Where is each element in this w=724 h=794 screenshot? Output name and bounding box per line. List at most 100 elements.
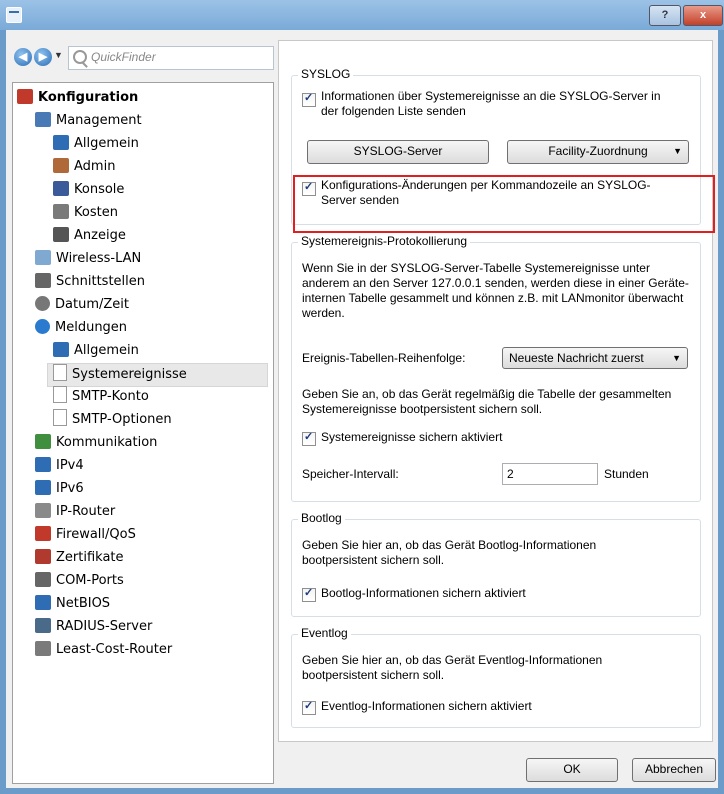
management-icon	[35, 112, 51, 127]
firewall-icon	[35, 526, 51, 541]
tree-item[interactable]: IPv4	[35, 455, 84, 477]
tree-item-label: Allgemein	[74, 343, 139, 358]
tree-item-label: Firewall/QoS	[56, 527, 136, 542]
facility-assignment-label: Facility-Zuordnung	[548, 144, 648, 158]
network-icon	[53, 342, 69, 357]
tree-item-label: Meldungen	[55, 320, 128, 335]
tools-icon	[17, 89, 33, 104]
tree-item[interactable]: NetBIOS	[35, 593, 110, 615]
help-button[interactable]: ?	[649, 5, 681, 26]
tree-item-label: Schnittstellen	[56, 274, 146, 289]
syslog-group-title: SYSLOG	[298, 67, 354, 81]
tree-item-label: RADIUS-Server	[56, 619, 153, 634]
bootlog-label: Bootlog-Informationen sichern aktiviert	[321, 586, 526, 600]
syslog-server-button[interactable]: SYSLOG-Server	[307, 140, 489, 164]
router-icon	[35, 503, 51, 518]
tree-item[interactable]: Konfiguration	[17, 87, 138, 109]
ok-button[interactable]: OK	[526, 758, 618, 782]
tree-item[interactable]: Wireless-LAN	[35, 248, 141, 270]
tree-item-label: IPv6	[56, 481, 84, 496]
nav-bar: ◀ ▶ ▼ QuickFinder	[14, 46, 274, 72]
tree-item[interactable]: Anzeige	[53, 225, 126, 247]
table-order-select[interactable]: Neueste Nachricht zuerst ▼	[502, 347, 688, 369]
costs-icon	[53, 204, 69, 219]
history-dropdown-icon[interactable]: ▼	[54, 50, 63, 60]
tree-item[interactable]: SMTP-Konto	[53, 386, 149, 408]
eventlog-group: Eventlog Geben Sie hier an, ob das Gerät…	[291, 626, 701, 728]
tree-item[interactable]: Allgemein	[53, 340, 139, 362]
bootlog-description: Geben Sie hier an, ob das Gerät Bootlog-…	[302, 538, 597, 567]
tree-item-label: Konsole	[74, 182, 125, 197]
left-pane: ◀ ▶ ▼ QuickFinder Konfiguration Managemen…	[6, 30, 274, 788]
save-events-label: Systemereignisse sichern aktiviert	[321, 430, 503, 444]
save-events-description: Geben Sie an, ob das Gerät regelmäßig di…	[302, 387, 672, 416]
tree-item-label: IP-Router	[56, 504, 116, 519]
close-button[interactable]: x	[683, 5, 723, 26]
event-logging-group: Systemereignis-Protokollierung Wenn Sie …	[291, 234, 701, 502]
clock-icon	[35, 296, 50, 311]
settings-panel: SYSLOG Informationen über Systemereignis…	[278, 40, 715, 742]
chevron-down-icon: ▼	[672, 353, 681, 363]
tree-item[interactable]: Management	[35, 110, 142, 132]
tree-item-label: NetBIOS	[56, 596, 111, 611]
highlight-box	[293, 175, 715, 233]
tree-item-label: Management	[56, 113, 142, 128]
event-logging-title: Systemereignis-Protokollierung	[298, 234, 471, 248]
tree-item-label: COM-Ports	[56, 573, 124, 588]
tree-item[interactable]: Allgemein	[53, 133, 139, 155]
tree-item-label: Kommunikation	[56, 435, 158, 450]
search-icon	[73, 50, 87, 64]
cancel-button[interactable]: Abbrechen	[632, 758, 716, 782]
tree-item[interactable]: IPv6	[35, 478, 84, 500]
bootlog-checkbox[interactable]	[302, 586, 316, 602]
document-icon	[53, 364, 67, 381]
tree-item[interactable]: Systemereignisse	[47, 363, 268, 387]
facility-assignment-button[interactable]: Facility-Zuordnung ▼	[507, 140, 689, 164]
tree-item[interactable]: Zertifikate	[35, 547, 124, 569]
certificate-icon	[35, 549, 51, 564]
tree-item[interactable]: Konsole	[53, 179, 124, 201]
table-order-label: Ereignis-Tabellen-Reihenfolge:	[302, 351, 466, 365]
tree-item[interactable]: RADIUS-Server	[35, 616, 152, 638]
navigation-tree[interactable]: Konfiguration Management Allgemein Admin Kon…	[12, 82, 274, 784]
tree-item[interactable]: Admin	[53, 156, 115, 178]
tree-item-label: Zertifikate	[56, 550, 124, 565]
tree-item[interactable]: Schnittstellen	[35, 271, 145, 293]
tree-item[interactable]: Kosten	[53, 202, 118, 224]
eventlog-checkbox[interactable]	[302, 699, 316, 715]
network-icon	[35, 595, 51, 610]
network-icon	[35, 480, 51, 495]
title-bar: ? x	[0, 0, 724, 30]
back-icon[interactable]: ◀	[14, 48, 32, 66]
eventlog-label: Eventlog-Informationen sichern aktiviert	[321, 699, 532, 713]
quickfinder-input[interactable]: QuickFinder	[68, 46, 274, 70]
document-icon	[53, 409, 67, 426]
quickfinder-placeholder: QuickFinder	[91, 50, 156, 64]
chevron-down-icon: ▼	[673, 146, 682, 156]
tree-item[interactable]: Firewall/QoS	[35, 524, 136, 546]
syslog-send-checkbox[interactable]	[302, 91, 316, 107]
app-icon	[6, 7, 22, 23]
costs-icon	[35, 641, 51, 656]
syslog-send-label: Informationen über Systemereignisse an d…	[321, 89, 661, 118]
save-interval-unit: Stunden	[604, 467, 649, 481]
info-icon	[35, 319, 50, 334]
tree-item[interactable]: Least-Cost-Router	[35, 639, 172, 661]
forward-icon[interactable]: ▶	[34, 48, 52, 66]
tree-item[interactable]: IP-Router	[35, 501, 115, 523]
network-icon	[53, 135, 69, 150]
tree-item[interactable]: Datum/Zeit	[35, 294, 129, 316]
tree-item[interactable]: Meldungen	[35, 317, 127, 339]
tree-item-label: Datum/Zeit	[55, 297, 129, 312]
tree-item-label: Anzeige	[74, 228, 126, 243]
tree-item-label: Admin	[74, 159, 116, 174]
save-events-checkbox[interactable]	[302, 430, 316, 446]
display-icon	[53, 227, 69, 242]
tree-item[interactable]: Kommunikation	[35, 432, 157, 454]
wireless-icon	[35, 250, 51, 265]
tree-item[interactable]: COM-Ports	[35, 570, 124, 592]
tree-item[interactable]: SMTP-Optionen	[53, 409, 172, 431]
eventlog-description: Geben Sie hier an, ob das Gerät Eventlog…	[302, 653, 603, 682]
tree-item-label: SMTP-Konto	[72, 389, 149, 404]
save-interval-input[interactable]: 2	[502, 463, 598, 485]
